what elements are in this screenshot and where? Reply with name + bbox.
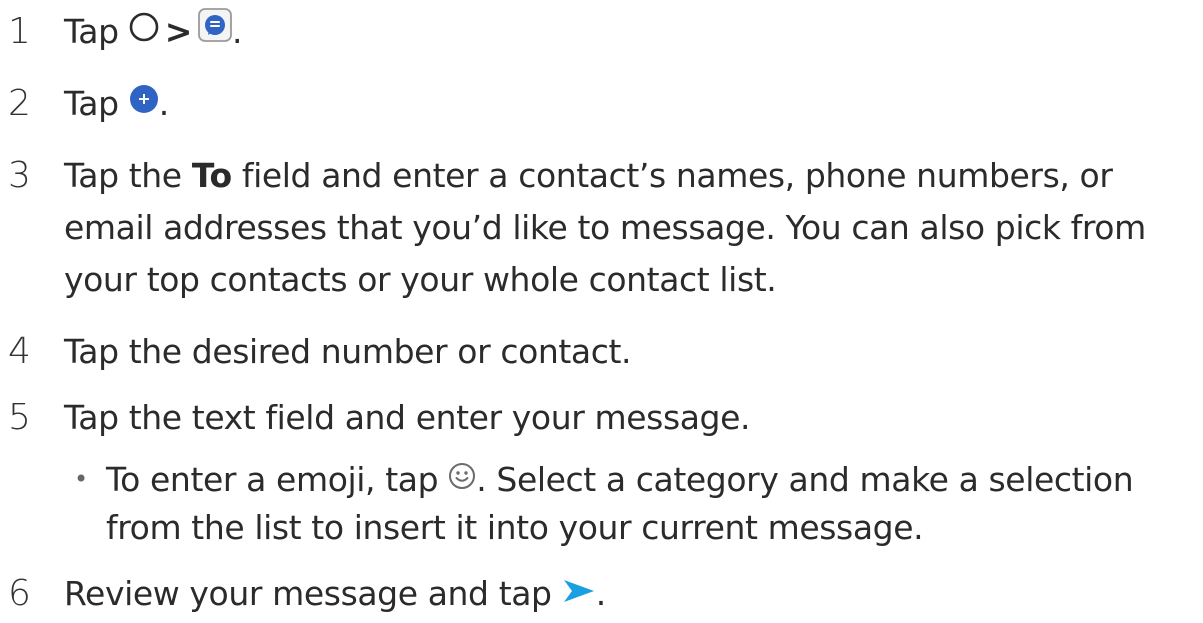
tap-word: Tap (64, 12, 119, 51)
step-text-line-2: email addresses that you’d like to messa… (64, 208, 1146, 247)
step-number: 1 (8, 11, 31, 52)
period: . (158, 84, 169, 123)
step-text: Tap >. (64, 5, 243, 60)
step-text: Review your message and tap . (64, 568, 606, 622)
step-number: 3 (8, 155, 31, 196)
to-field-label: To (191, 156, 232, 195)
period: . (232, 12, 243, 51)
step-2: 2 Tap . (0, 78, 1203, 130)
home-circle-icon (129, 5, 159, 57)
step-1: 1 Tap >. (0, 6, 1203, 58)
step-text: Tap the text field and enter your messag… (64, 398, 751, 437)
step-text-line-3: your top contacts or your whole contact … (64, 260, 777, 299)
period: . (595, 574, 606, 613)
step-text: Tap . (64, 78, 169, 132)
messages-app-icon (198, 5, 232, 57)
send-icon (562, 567, 596, 619)
step-6: 6 Review your message and tap . (0, 568, 1203, 620)
smiley-icon (448, 455, 476, 503)
bullet-item: • To enter a emoji, tap . Select a catego… (74, 456, 1194, 507)
tap-word: Tap (64, 84, 119, 123)
step-number: 5 (8, 397, 31, 438)
step-text: Tap the desired number or contact. (64, 332, 632, 371)
step-number: 6 (8, 573, 31, 614)
step-4: 4 Tap the desired number or contact. (0, 326, 1203, 378)
chevron-separator: > (164, 12, 193, 51)
bullet-mark: • (74, 465, 88, 493)
step-5: 5 Tap the text field and enter your mess… (0, 392, 1203, 444)
instructions-page: 1 Tap >. 2 Tap . 3 Tap the To field and … (0, 0, 1203, 623)
step-number: 2 (8, 83, 31, 124)
add-circle-icon (129, 77, 159, 129)
step-number: 4 (8, 331, 31, 372)
step-text-line-1: Tap the To field and enter a contact’s n… (64, 156, 1113, 195)
bullet-item-continuation: from the list to insert it into your cur… (106, 508, 924, 547)
step-3: 3 Tap the To field and enter a contact’s… (0, 150, 1203, 306)
